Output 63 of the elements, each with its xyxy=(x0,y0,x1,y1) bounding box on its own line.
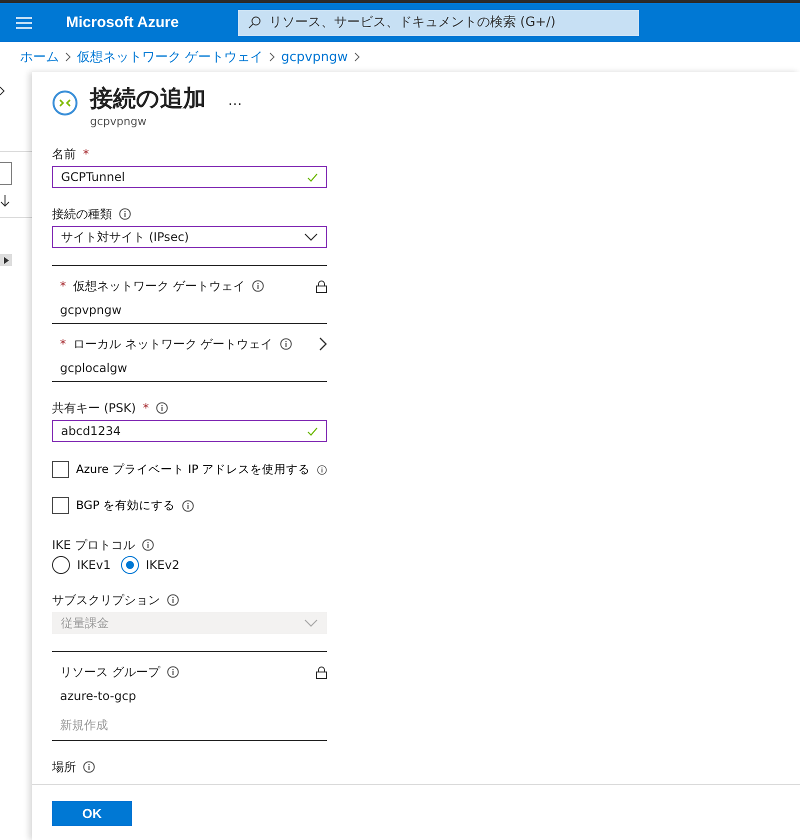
menu-icon[interactable] xyxy=(16,16,32,28)
info-icon[interactable] xyxy=(156,402,168,414)
info-icon[interactable] xyxy=(280,338,292,350)
field-label: IKE プロトコル xyxy=(52,536,135,554)
chevron-right-icon xyxy=(269,52,276,62)
checkbox[interactable] xyxy=(52,461,69,478)
chevron-down-icon[interactable] xyxy=(304,233,318,241)
search-field[interactable]: リソース、サービス、ドキュメントの検索 (G+/) xyxy=(238,10,639,36)
ok-button[interactable]: OK xyxy=(52,801,132,826)
text-input[interactable]: GCPTunnel xyxy=(52,166,327,188)
expand-button[interactable] xyxy=(0,254,12,266)
required-mark: * xyxy=(60,337,66,351)
info-icon[interactable] xyxy=(317,464,327,476)
info-icon[interactable] xyxy=(252,280,264,292)
radio-label: IKEv1 xyxy=(77,558,111,572)
required-mark: * xyxy=(60,279,66,293)
info-icon[interactable] xyxy=(142,539,154,551)
radio-label: IKEv2 xyxy=(146,558,180,572)
chevron-right-icon[interactable] xyxy=(319,337,327,351)
info-icon[interactable] xyxy=(166,666,179,678)
field-label: サブスクリプション xyxy=(52,592,160,608)
blade-title: 接続の追加 xyxy=(90,85,206,114)
required-mark: * xyxy=(142,401,149,415)
checkbox-label: Azure プライベート IP アドレスを使用する xyxy=(76,462,310,477)
dropdown[interactable]: サイト対サイト (IPsec) xyxy=(52,226,327,248)
breadcrumb-link[interactable]: 仮想ネットワーク ゲートウェイ xyxy=(77,48,264,66)
picker-field[interactable]: リソース グループ azure-to-gcp 新規作成 xyxy=(52,651,327,741)
checkbox[interactable] xyxy=(52,497,69,514)
picker-value: gcpvpngw xyxy=(60,303,122,317)
breadcrumb-link[interactable]: gcpvpngw xyxy=(281,50,348,64)
text-input[interactable]: abcd1234 xyxy=(52,420,327,442)
required-mark: * xyxy=(83,147,89,161)
picker-field[interactable]: * ローカル ネットワーク ゲートウェイ gcplocalgw xyxy=(52,324,327,382)
field-label: リソース グループ xyxy=(60,664,160,680)
field-label: 場所 xyxy=(52,758,76,776)
checkbox-label: BGP を有効にする xyxy=(76,498,176,513)
lock-icon xyxy=(316,666,327,678)
blade-subtitle: gcpvpngw xyxy=(90,115,148,128)
field-label: 接続の種類 xyxy=(52,206,112,222)
app-title: Microsoft Azure xyxy=(66,14,180,31)
field-label: ローカル ネットワーク ゲートウェイ xyxy=(73,336,273,352)
chevron-icon xyxy=(0,86,5,96)
field-label: 名前 xyxy=(52,146,76,162)
input-field[interactable] xyxy=(0,162,12,185)
connection-icon xyxy=(52,90,78,116)
radio-button[interactable] xyxy=(52,556,70,574)
arrow-down-icon xyxy=(0,195,10,207)
info-icon[interactable] xyxy=(182,500,194,512)
field-label: 仮想ネットワーク ゲートウェイ xyxy=(73,278,245,294)
info-icon[interactable] xyxy=(119,208,131,220)
picker-field[interactable]: * 仮想ネットワーク ゲートウェイ gcpvpngw xyxy=(52,265,327,324)
lock-icon xyxy=(316,280,327,292)
picker-value: gcplocalgw xyxy=(60,361,128,375)
search-icon xyxy=(248,16,261,29)
chevron-right-icon xyxy=(65,52,71,62)
picker-value: azure-to-gcp xyxy=(60,689,136,703)
triangle-right-icon xyxy=(4,256,8,264)
breadcrumb-link[interactable]: ホーム xyxy=(20,48,59,66)
radio-button[interactable] xyxy=(120,556,139,574)
more-button[interactable]: … xyxy=(228,93,242,109)
chevron-right-icon xyxy=(354,52,360,62)
info-icon[interactable] xyxy=(83,761,95,773)
field-label: 共有キー (PSK) xyxy=(52,400,136,416)
